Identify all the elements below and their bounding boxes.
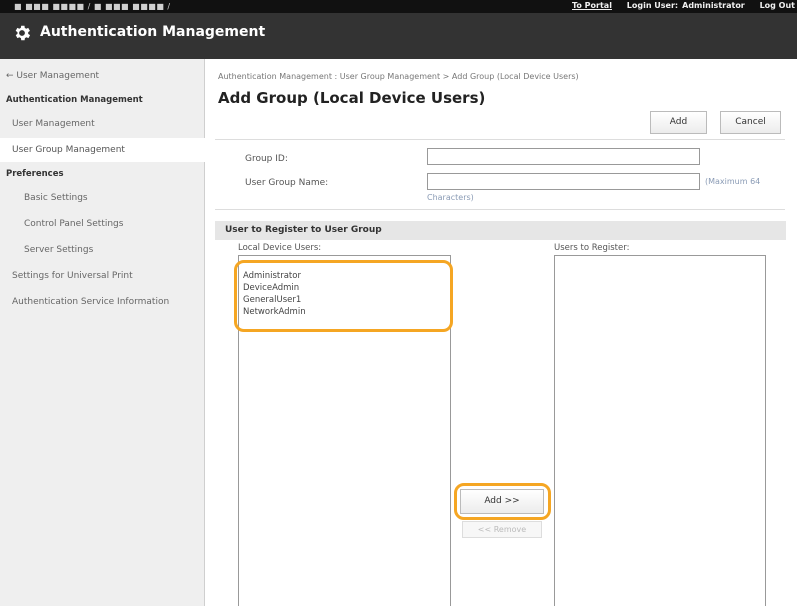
cancel-button[interactable]: Cancel — [720, 111, 781, 134]
sidebar-item-control-panel-settings[interactable]: Control Panel Settings — [0, 212, 205, 236]
local-users-label: Local Device Users: — [238, 243, 322, 253]
section-title: User to Register to User Group — [215, 221, 786, 240]
group-name-field[interactable] — [427, 173, 700, 190]
to-portal-link[interactable]: To Portal — [572, 1, 612, 10]
add-button[interactable]: Add — [650, 111, 707, 134]
max-characters-hint-2: Characters) — [427, 193, 474, 202]
gear-icon — [15, 25, 31, 41]
login-user-label: Login User: — [626, 1, 679, 10]
divider — [215, 209, 785, 210]
login-user-name: Administrator — [682, 1, 745, 10]
group-id-field[interactable] — [427, 148, 700, 165]
logout-link[interactable]: Log Out — [760, 1, 795, 10]
sidebar-item-server-settings[interactable]: Server Settings — [0, 238, 205, 262]
sidebar: ← User Management Authentication Managem… — [0, 59, 205, 606]
main-content: Authentication Management : User Group M… — [205, 59, 797, 606]
breadcrumb: Authentication Management : User Group M… — [218, 72, 579, 81]
users-to-register-label: Users to Register: — [554, 243, 630, 253]
sidebar-item-authentication-service-info[interactable]: Authentication Service Information — [0, 290, 205, 314]
divider — [215, 139, 785, 140]
highlight-add-button — [454, 483, 551, 520]
sidebar-heading-preferences: Preferences — [6, 169, 64, 179]
sidebar-item-user-management[interactable]: User Management — [0, 112, 205, 136]
sidebar-item-user-group-management[interactable]: User Group Management — [0, 138, 205, 162]
device-name: ■ ■■■ ■■■■ / ■ ■■■ ■■■■ / — [14, 2, 171, 11]
group-id-label: Group ID: — [245, 154, 288, 164]
top-bar: ■ ■■■ ■■■■ / ■ ■■■ ■■■■ / To Portal Logi… — [0, 0, 797, 13]
page-title: Add Group (Local Device Users) — [218, 89, 486, 107]
group-name-label: User Group Name: — [245, 178, 329, 188]
remove-button[interactable]: << Remove — [462, 521, 542, 538]
sidebar-item-basic-settings[interactable]: Basic Settings — [0, 186, 205, 210]
app-title-bar: Authentication Management — [0, 13, 797, 59]
app-title: Authentication Management — [40, 24, 266, 40]
highlight-local-users — [234, 260, 453, 332]
sidebar-heading-authentication-management: Authentication Management — [6, 95, 143, 105]
sidebar-item-universal-print[interactable]: Settings for Universal Print — [0, 264, 205, 288]
sidebar-item-back-user-management[interactable]: ← User Management — [0, 64, 205, 88]
users-to-register-list[interactable] — [554, 255, 766, 606]
top-links: To Portal Login User: Administrator Log O… — [560, 1, 795, 10]
max-characters-hint: (Maximum 64 — [705, 177, 761, 186]
